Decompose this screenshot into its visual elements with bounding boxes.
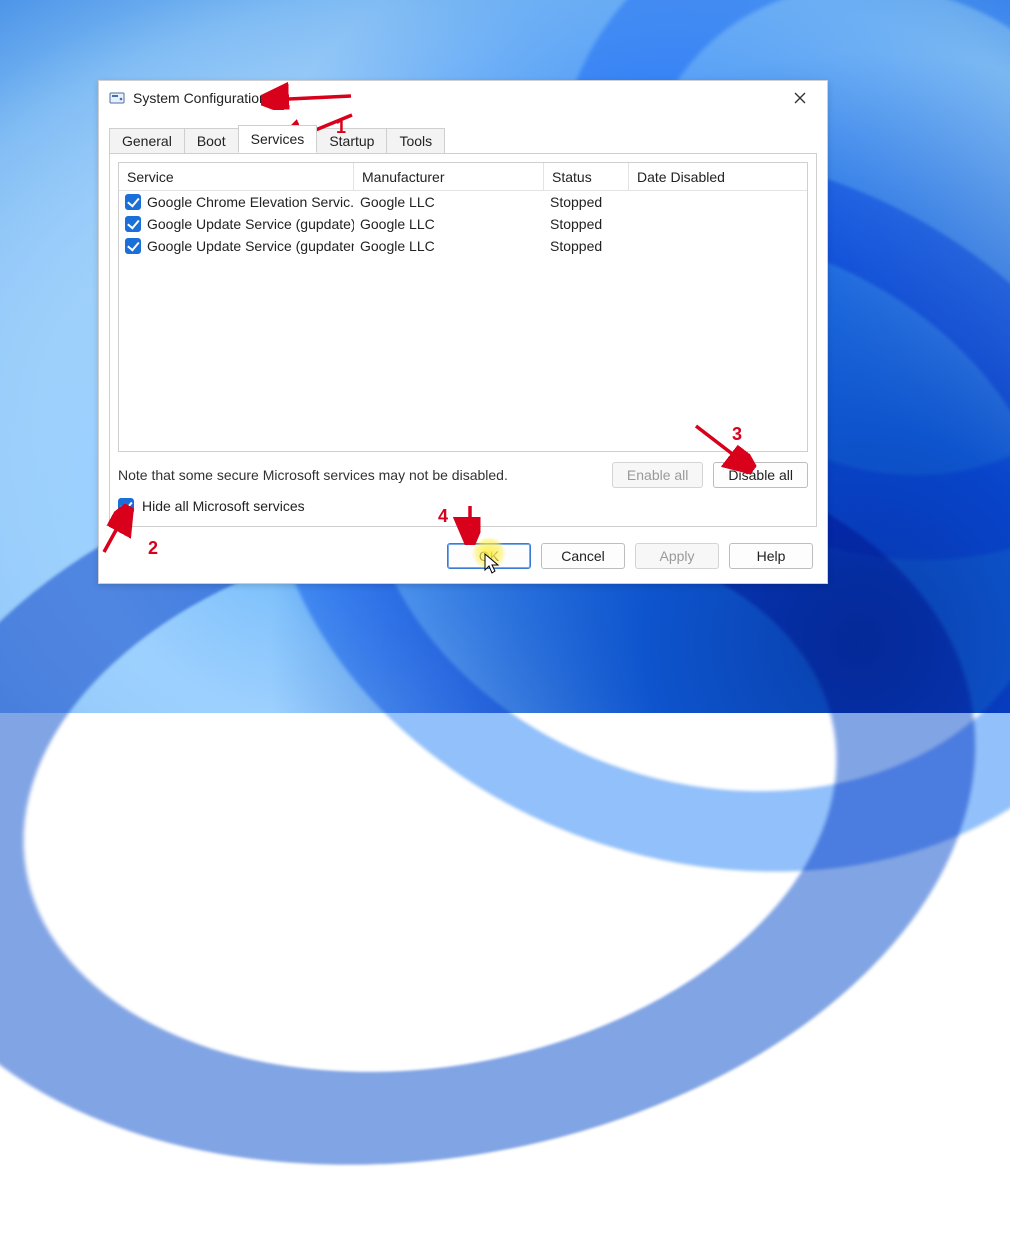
tab-body: Service Manufacturer Status Date Disable… bbox=[109, 153, 817, 527]
table-row[interactable]: Google Chrome Elevation Servic...Google … bbox=[119, 191, 807, 213]
help-button[interactable]: Help bbox=[729, 543, 813, 569]
ok-button[interactable]: OK bbox=[447, 543, 531, 569]
enable-all-button[interactable]: Enable all bbox=[612, 462, 704, 488]
col-manufacturer[interactable]: Manufacturer bbox=[354, 163, 544, 190]
tabstrip: General Boot Services Startup Tools bbox=[99, 115, 827, 153]
service-name: Google Chrome Elevation Servic... bbox=[147, 194, 354, 210]
hide-microsoft-label[interactable]: Hide all Microsoft services bbox=[142, 498, 305, 514]
service-name: Google Update Service (gupdate) bbox=[147, 216, 354, 232]
service-status: Stopped bbox=[544, 194, 629, 210]
tab-startup[interactable]: Startup bbox=[316, 128, 387, 154]
tab-services[interactable]: Services bbox=[238, 125, 318, 153]
dialog-title: System Configuration bbox=[133, 90, 775, 106]
service-status: Stopped bbox=[544, 238, 629, 254]
tab-general[interactable]: General bbox=[109, 128, 185, 154]
service-manufacturer: Google LLC bbox=[354, 194, 544, 210]
secure-services-note: Note that some secure Microsoft services… bbox=[118, 467, 602, 483]
tab-tools[interactable]: Tools bbox=[386, 128, 445, 154]
close-button[interactable] bbox=[783, 83, 817, 113]
table-row[interactable]: Google Update Service (gupdate)Google LL… bbox=[119, 213, 807, 235]
service-name: Google Update Service (gupdatem) bbox=[147, 238, 354, 254]
service-manufacturer: Google LLC bbox=[354, 216, 544, 232]
service-checkbox[interactable] bbox=[125, 216, 141, 232]
col-date-disabled[interactable]: Date Disabled bbox=[629, 163, 807, 190]
tab-boot[interactable]: Boot bbox=[184, 128, 239, 154]
col-service[interactable]: Service bbox=[119, 163, 354, 190]
hide-microsoft-checkbox[interactable] bbox=[118, 498, 134, 514]
service-status: Stopped bbox=[544, 216, 629, 232]
dialog-titlebar[interactable]: System Configuration bbox=[99, 81, 827, 115]
service-manufacturer: Google LLC bbox=[354, 238, 544, 254]
msconfig-icon bbox=[109, 90, 125, 106]
services-listview[interactable]: Service Manufacturer Status Date Disable… bbox=[118, 162, 808, 452]
col-status[interactable]: Status bbox=[544, 163, 629, 190]
service-checkbox[interactable] bbox=[125, 194, 141, 210]
listview-header[interactable]: Service Manufacturer Status Date Disable… bbox=[119, 163, 807, 191]
table-row[interactable]: Google Update Service (gupdatem)Google L… bbox=[119, 235, 807, 257]
service-checkbox[interactable] bbox=[125, 238, 141, 254]
dialog-button-row: OK Cancel Apply Help bbox=[99, 537, 827, 583]
disable-all-button[interactable]: Disable all bbox=[713, 462, 808, 488]
system-configuration-dialog: System Configuration General Boot Servic… bbox=[98, 80, 828, 584]
apply-button[interactable]: Apply bbox=[635, 543, 719, 569]
cancel-button[interactable]: Cancel bbox=[541, 543, 625, 569]
